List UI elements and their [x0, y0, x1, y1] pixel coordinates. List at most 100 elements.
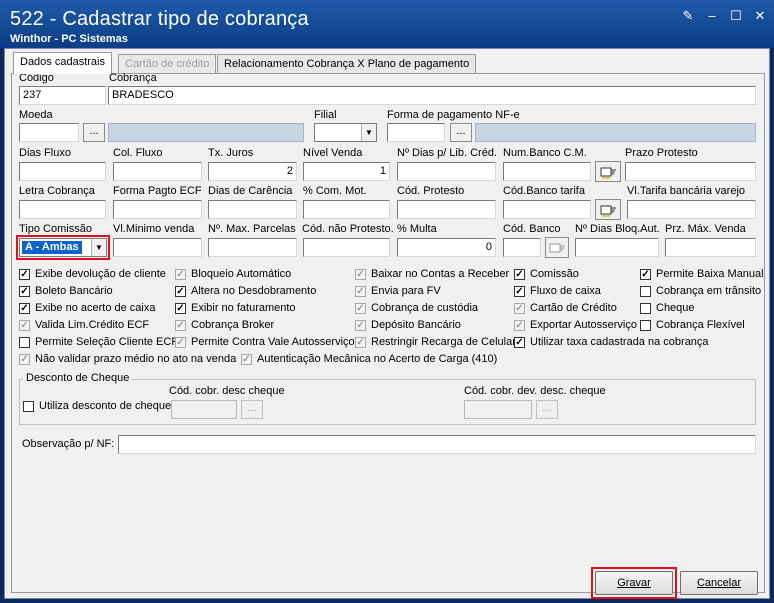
- cod-banco-lookup-button[interactable]: [545, 237, 569, 258]
- cod-protesto-label: Cód. Protesto: [397, 185, 465, 197]
- checkbox-altera-desdobramento[interactable]: ✓ Altera no Desdobramento: [175, 285, 316, 297]
- checkbox-baixar-contas-receber[interactable]: ✓ Baixar no Contas a Receber: [355, 268, 509, 280]
- num-banco-cm-input[interactable]: [503, 162, 591, 181]
- observacao-input[interactable]: [118, 435, 756, 454]
- cod-banco-tarifa-label: Cód.Banco tarifa: [503, 185, 585, 197]
- nivel-venda-input[interactable]: 1: [303, 162, 390, 181]
- prz-max-venda-label: Prz. Máx. Venda: [665, 223, 746, 235]
- edit-icon[interactable]: ✎: [678, 8, 698, 24]
- checkbox-comissao[interactable]: ✓ Comissão: [514, 268, 579, 280]
- checkbox-restringir-recarga[interactable]: ✓ Restringir Recarga de Celular: [355, 336, 516, 348]
- form-client-area: Dados cadastrais Cartão de crédito Relac…: [4, 48, 770, 599]
- checkbox-cheque[interactable]: Cheque: [640, 302, 695, 314]
- check-icon: ✓: [19, 285, 30, 297]
- minimize-button[interactable]: –: [702, 8, 722, 24]
- cod-nao-protesto-label: Cód. não Protesto.: [302, 223, 394, 235]
- checkbox-deposito-bancario[interactable]: ✓ Depósito Bancário: [355, 319, 461, 331]
- check-icon: ✓: [514, 285, 525, 297]
- max-parcelas-input[interactable]: [208, 238, 297, 257]
- cod-nao-protesto-input[interactable]: [303, 238, 390, 257]
- cod-banco-tarifa-lookup-button[interactable]: [595, 199, 621, 220]
- cod-banco-label: Cód. Banco: [503, 223, 561, 235]
- checkbox-exibe-acerto-caixa[interactable]: ✓ Exibe no acerto de caixa: [19, 302, 155, 314]
- checkbox-valida-lim-credito[interactable]: ✓ Valida Lim.Crédito ECF: [19, 319, 149, 331]
- close-button[interactable]: ✕: [750, 8, 770, 24]
- moeda-input[interactable]: [19, 123, 79, 142]
- gravar-highlight: [591, 567, 677, 599]
- num-banco-cm-label: Num.Banco C.M.: [503, 147, 587, 159]
- checkbox-bloqueio-automatico[interactable]: ✓ Bloqueio Automático: [175, 268, 291, 280]
- checkbox-cobranca-transito[interactable]: Cobrança em trânsito: [640, 285, 761, 297]
- filial-label: Filial: [314, 109, 337, 121]
- codigo-input[interactable]: 237: [19, 86, 106, 105]
- check-icon: ✓: [19, 319, 30, 331]
- checkbox-boleto-bancario[interactable]: ✓ Boleto Bancário: [19, 285, 113, 297]
- checkbox-autenticacao-mecanica[interactable]: ✓ Autenticação Mecânica no Acerto de Carg…: [241, 353, 497, 365]
- tx-juros-input[interactable]: 2: [208, 162, 297, 181]
- tab-relacionamento[interactable]: Relacionamento Cobrança X Plano de pagam…: [217, 54, 477, 73]
- checkbox-exibir-faturamento[interactable]: ✓ Exibir no faturamento: [175, 302, 296, 314]
- checkbox-exportar-autosservico[interactable]: ✓ Exportar Autosserviço: [514, 319, 637, 331]
- forma-pag-nfe-search-button[interactable]: ...: [450, 123, 472, 142]
- check-icon: ✓: [175, 285, 186, 297]
- chevron-down-icon: ▼: [361, 124, 376, 141]
- checkbox-fluxo-caixa[interactable]: ✓ Fluxo de caixa: [514, 285, 601, 297]
- com-mot-input[interactable]: [303, 200, 390, 219]
- check-icon: ✓: [19, 302, 30, 314]
- cod-desc-cheque-input[interactable]: [171, 400, 237, 419]
- checkbox-utilizar-taxa[interactable]: ✓ Utilizar taxa cadastrada na cobrança: [514, 336, 709, 348]
- filial-select[interactable]: ▼: [314, 123, 377, 142]
- dias-carencia-input[interactable]: [208, 200, 297, 219]
- window-subtitle: Winthor - PC Sistemas: [10, 33, 128, 45]
- checkbox-cartao-credito[interactable]: ✓ Cartão de Crédito: [514, 302, 617, 314]
- check-icon: ✓: [355, 302, 366, 314]
- tab-dados-cadastrais[interactable]: Dados cadastrais: [13, 52, 112, 74]
- forma-pagto-ecf-input[interactable]: [113, 200, 202, 219]
- dias-fluxo-input[interactable]: [19, 162, 106, 181]
- checkbox-permite-selecao-cliente[interactable]: Permite Seleção Cliente ECF: [19, 336, 178, 348]
- cobranca-input[interactable]: BRADESCO: [108, 86, 756, 105]
- check-icon: ✓: [514, 268, 525, 280]
- forma-pagto-ecf-label: Forma Pagto ECF: [113, 185, 202, 197]
- cod-desc-cheque-label: Cód. cobr. desc cheque: [169, 385, 285, 397]
- dias-bloq-aut-input[interactable]: [575, 238, 659, 257]
- multa-input[interactable]: 0: [397, 238, 496, 257]
- vl-minimo-venda-input[interactable]: [113, 238, 202, 257]
- vl-tarifa-input[interactable]: [627, 200, 756, 219]
- cod-protesto-input[interactable]: [397, 200, 496, 219]
- checkbox-cobranca-custodia[interactable]: ✓ Cobrança de custódia: [355, 302, 478, 314]
- cod-dev-desc-cheque-label: Cód. cobr. dev. desc. cheque: [464, 385, 606, 397]
- cod-dev-desc-cheque-search-button[interactable]: ...: [536, 400, 558, 419]
- prz-max-venda-input[interactable]: [665, 238, 756, 257]
- check-icon: ✓: [19, 353, 30, 365]
- num-banco-cm-lookup-button[interactable]: [595, 161, 621, 182]
- checkbox-nao-validar-prazo[interactable]: ✓ Não validar prazo médio no ato na venda: [19, 353, 236, 365]
- dias-carencia-label: Dias de Carência: [208, 185, 293, 197]
- checkbox-cobranca-flexivel[interactable]: Cobrança Flexível: [640, 319, 745, 331]
- moeda-search-button[interactable]: ...: [83, 123, 105, 142]
- checkbox-utiliza-desconto-cheque[interactable]: Utiliza desconto de cheque: [23, 400, 171, 412]
- col-fluxo-input[interactable]: [113, 162, 202, 181]
- checkbox-contra-vale[interactable]: ✓ Permite Contra Vale Autosserviço: [175, 336, 355, 348]
- tab-cartao-credito[interactable]: Cartão de crédito: [118, 54, 217, 73]
- dias-lib-cred-input[interactable]: [397, 162, 496, 181]
- checkbox-cobranca-broker[interactable]: ✓ Cobrança Broker: [175, 319, 274, 331]
- cod-banco-input[interactable]: [503, 238, 541, 257]
- prazo-protesto-label: Prazo Protesto: [625, 147, 698, 159]
- cod-banco-tarifa-input[interactable]: [503, 200, 591, 219]
- cod-dev-desc-cheque-input[interactable]: [464, 400, 532, 419]
- maximize-button[interactable]: ☐: [726, 8, 746, 24]
- com-mot-label: % Com. Mot.: [303, 185, 367, 197]
- check-icon: ✓: [175, 319, 186, 331]
- checkbox-envia-fv[interactable]: ✓ Envia para FV: [355, 285, 441, 297]
- title-bar: 522 - Cadastrar tipo de cobrança Winthor…: [0, 0, 774, 48]
- checkbox-permite-baixa-manual[interactable]: ✓ Permite Baixa Manual: [640, 268, 764, 280]
- tipo-comissao-label: Tipo Comissão: [19, 223, 92, 235]
- letra-cobranca-input[interactable]: [19, 200, 106, 219]
- prazo-protesto-input[interactable]: [625, 162, 756, 181]
- check-icon: ✓: [175, 268, 186, 280]
- cod-desc-cheque-search-button[interactable]: ...: [241, 400, 263, 419]
- checkbox-exibe-devolucao[interactable]: ✓ Exibe devolução de cliente: [19, 268, 166, 280]
- forma-pag-nfe-input[interactable]: [387, 123, 445, 142]
- cancelar-button[interactable]: Cancelar: [680, 571, 758, 595]
